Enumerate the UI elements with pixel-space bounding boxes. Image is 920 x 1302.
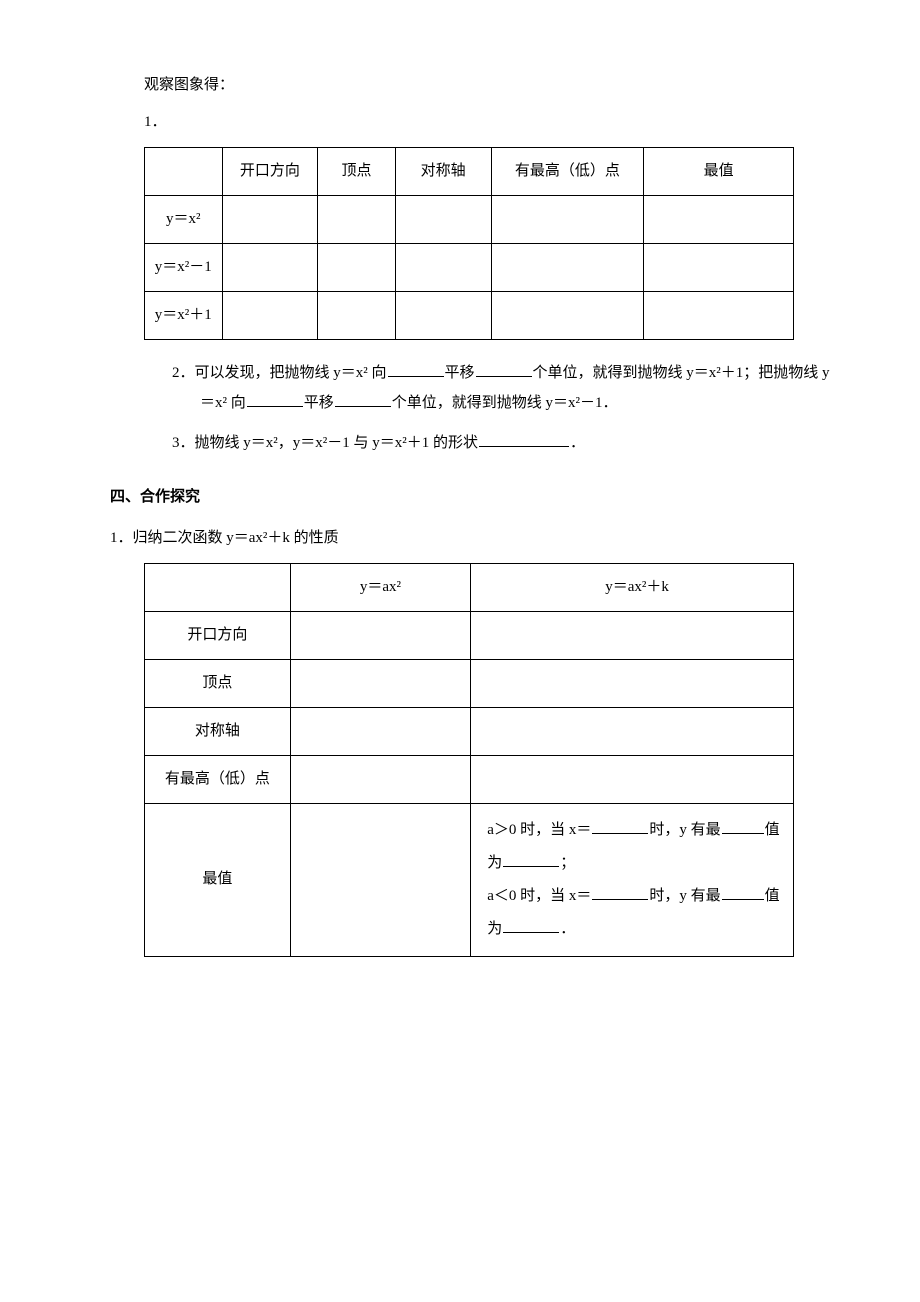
fill-blank[interactable] <box>503 851 559 867</box>
header-vertex: 顶点 <box>318 148 396 196</box>
cell-extreme-content: a＞0 时，当 x＝时，y 有最值为； a＜0 时，当 x＝时，y 有最值为． <box>471 803 794 956</box>
cell-blank[interactable] <box>290 611 471 659</box>
cell-blank[interactable] <box>222 244 318 292</box>
table-row: y＝ax² y＝ax²＋k <box>145 563 794 611</box>
row-extreme: 最值 <box>145 803 291 956</box>
ext-text: ； <box>560 855 575 871</box>
cell-blank[interactable] <box>471 707 794 755</box>
fill-blank[interactable] <box>335 391 391 407</box>
row-fn-label: y＝x²＋1 <box>145 292 223 340</box>
table-row: 最值 a＞0 时，当 x＝时，y 有最值为； a＜0 时，当 x＝时，y 有最值… <box>145 803 794 956</box>
row-fn-label: y＝x² <box>145 196 223 244</box>
cell-blank[interactable] <box>222 292 318 340</box>
ext-text: a＜0 时，当 x＝ <box>487 888 591 904</box>
row-fn-label: y＝x²－1 <box>145 244 223 292</box>
cell-blank[interactable] <box>395 244 491 292</box>
cell-blank[interactable] <box>222 196 318 244</box>
table-properties: y＝ax² y＝ax²＋k 开口方向 顶点 对称轴 有最高（低）点 最值 a＞0… <box>144 563 794 957</box>
q2-text: 2．可以发现，把抛物线 y＝x² 向 <box>172 365 387 381</box>
ext-text: 时，y 有最 <box>649 888 720 904</box>
table-row: 对称轴 <box>145 707 794 755</box>
cell-blank[interactable] <box>644 244 794 292</box>
cell-blank[interactable] <box>491 244 644 292</box>
cell-blank[interactable] <box>471 659 794 707</box>
fill-blank[interactable] <box>479 431 569 447</box>
cell-blank[interactable] <box>471 755 794 803</box>
ext-text: a＞0 时，当 x＝ <box>487 822 591 838</box>
cell-blank[interactable] <box>644 196 794 244</box>
row-direction: 开口方向 <box>145 611 291 659</box>
fill-blank[interactable] <box>247 391 303 407</box>
observe-text: 观察图象得： <box>144 74 830 97</box>
cell-blank[interactable] <box>491 292 644 340</box>
cell-blank[interactable] <box>318 292 396 340</box>
cell-blank[interactable] <box>644 292 794 340</box>
table-observations: 开口方向 顶点 对称轴 有最高（低）点 最值 y＝x² y＝x²－1 y＝x²＋… <box>144 147 794 340</box>
q2-text: 平移 <box>304 395 334 411</box>
table-row: y＝x²－1 <box>145 244 794 292</box>
table-row: 有最高（低）点 <box>145 755 794 803</box>
cell-blank[interactable] <box>290 755 471 803</box>
q3-suffix: ． <box>570 435 585 451</box>
table-row: 开口方向 <box>145 611 794 659</box>
table-row: y＝x² <box>145 196 794 244</box>
fill-blank[interactable] <box>592 818 648 834</box>
header-col1: y＝ax² <box>290 563 471 611</box>
cell-blank[interactable] <box>318 244 396 292</box>
question-2: 2．可以发现，把抛物线 y＝x² 向平移个单位，就得到抛物线 y＝x²＋1；把抛… <box>144 358 830 418</box>
fill-blank[interactable] <box>722 884 764 900</box>
header-blank <box>145 563 291 611</box>
fill-blank[interactable] <box>476 361 532 377</box>
fill-blank[interactable] <box>503 917 559 933</box>
q2-text: 个单位，就得到抛物线 y＝x²－1． <box>392 395 618 411</box>
cell-blank[interactable] <box>318 196 396 244</box>
q3-text: 3．抛物线 y＝x²，y＝x²－1 与 y＝x²＋1 的形状 <box>172 435 478 451</box>
section-4-title: 四、合作探究 <box>110 486 830 509</box>
header-blank <box>145 148 223 196</box>
cell-blank[interactable] <box>395 196 491 244</box>
cell-blank[interactable] <box>290 659 471 707</box>
header-axis: 对称轴 <box>395 148 491 196</box>
header-extreme: 最值 <box>644 148 794 196</box>
header-highlow: 有最高（低）点 <box>491 148 644 196</box>
row-axis: 对称轴 <box>145 707 291 755</box>
fill-blank[interactable] <box>388 361 444 377</box>
question-3: 3．抛物线 y＝x²，y＝x²－1 与 y＝x²＋1 的形状 ． <box>144 428 830 458</box>
cell-blank[interactable] <box>491 196 644 244</box>
item-1-label: 1． <box>144 111 830 134</box>
ext-text: ． <box>560 921 575 937</box>
table-row: y＝x²＋1 <box>145 292 794 340</box>
q2-text: 平移 <box>445 365 475 381</box>
header-col2: y＝ax²＋k <box>471 563 794 611</box>
header-direction: 开口方向 <box>222 148 318 196</box>
cell-blank[interactable] <box>290 803 471 956</box>
ext-text: 时，y 有最 <box>649 822 720 838</box>
row-highlow: 有最高（低）点 <box>145 755 291 803</box>
fill-blank[interactable] <box>592 884 648 900</box>
cell-blank[interactable] <box>290 707 471 755</box>
cell-blank[interactable] <box>395 292 491 340</box>
fill-blank[interactable] <box>722 818 764 834</box>
table-row: 开口方向 顶点 对称轴 有最高（低）点 最值 <box>145 148 794 196</box>
section-4-sub1: 1．归纳二次函数 y＝ax²＋k 的性质 <box>110 523 830 553</box>
table-row: 顶点 <box>145 659 794 707</box>
cell-blank[interactable] <box>471 611 794 659</box>
row-vertex: 顶点 <box>145 659 291 707</box>
